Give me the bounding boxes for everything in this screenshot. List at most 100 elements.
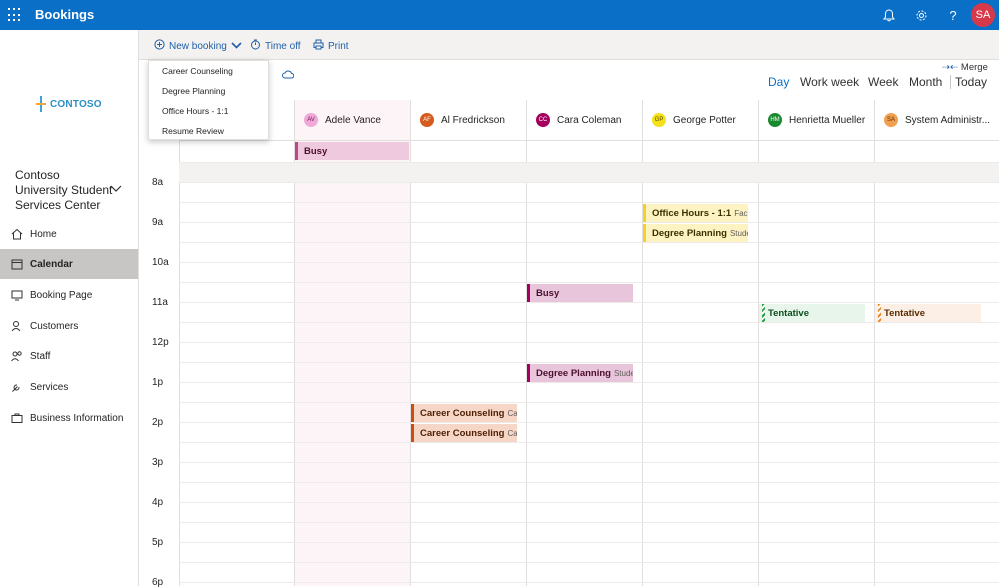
customers-icon bbox=[10, 319, 24, 333]
grid-line bbox=[179, 502, 999, 503]
sidebar-item-label: Calendar bbox=[30, 258, 73, 270]
time-off-button[interactable]: Time off bbox=[250, 39, 301, 53]
merge-icon: ⇢⇠ bbox=[942, 62, 958, 73]
sidebar-item-booking-page[interactable]: Booking Page bbox=[0, 280, 138, 310]
grid-line bbox=[179, 282, 999, 283]
time-label: 1p bbox=[152, 377, 164, 388]
event-career-counseling-2[interactable]: Career CounselingCare bbox=[411, 424, 517, 442]
help-icon[interactable]: ? bbox=[944, 6, 962, 24]
menu-item-resume-review[interactable]: Resume Review bbox=[162, 126, 224, 136]
view-work-week[interactable]: Work week bbox=[800, 75, 859, 89]
event-career-counseling-1[interactable]: Career CounselingCare bbox=[411, 404, 517, 422]
time-label: 3p bbox=[152, 457, 164, 468]
gear-icon[interactable] bbox=[912, 6, 930, 24]
grid-line bbox=[179, 162, 999, 163]
event-busy-adele[interactable]: Busy bbox=[295, 142, 409, 160]
view-separator bbox=[950, 75, 951, 89]
all-day-band bbox=[179, 162, 999, 182]
grid-line bbox=[179, 542, 999, 543]
printer-icon bbox=[313, 39, 324, 53]
chevron-down-icon bbox=[231, 41, 242, 52]
menu-item-office-hours[interactable]: Office Hours - 1:1 bbox=[162, 106, 228, 116]
cloud-sync-icon[interactable] bbox=[282, 70, 295, 82]
view-week[interactable]: Week bbox=[868, 75, 898, 89]
sidebar-item-services[interactable]: Services bbox=[0, 372, 138, 402]
staff-header[interactable]: SA System Administr... bbox=[875, 100, 999, 140]
staff-icon bbox=[10, 349, 24, 363]
sidebar-item-label: Services bbox=[30, 381, 69, 393]
user-avatar[interactable]: SA bbox=[971, 3, 995, 27]
event-busy-cara[interactable]: Busy bbox=[527, 284, 633, 302]
menu-item-career-counseling[interactable]: Career Counseling bbox=[162, 66, 233, 76]
grid-line bbox=[179, 422, 999, 423]
event-degree-planning-george[interactable]: Degree PlanningStude bbox=[643, 224, 748, 242]
organization-name[interactable]: Contoso University Student Services Cent… bbox=[15, 168, 115, 213]
staff-header[interactable]: AF Al Fredrickson bbox=[411, 100, 526, 140]
grid-line bbox=[179, 382, 999, 383]
grid-line bbox=[179, 402, 999, 403]
time-label: 2p bbox=[152, 417, 164, 428]
sidebar-item-label: Home bbox=[30, 228, 57, 240]
print-button[interactable]: Print bbox=[313, 39, 349, 53]
calendar-grid: AV Adele Vance AF Al Fredrickson CC Cara… bbox=[139, 100, 999, 588]
grid-line bbox=[179, 562, 999, 563]
bell-icon[interactable] bbox=[880, 6, 898, 24]
time-label: 11a bbox=[152, 297, 168, 308]
sidebar-item-label: Booking Page bbox=[30, 289, 93, 301]
contoso-logo: CONTOSO bbox=[36, 96, 102, 112]
grid-line bbox=[179, 222, 999, 223]
sidebar-item-business-information[interactable]: Business Information bbox=[0, 403, 138, 433]
sidebar-item-staff[interactable]: Staff bbox=[0, 341, 138, 371]
timer-icon bbox=[250, 39, 261, 53]
app-launcher-icon[interactable] bbox=[8, 8, 22, 22]
sidebar-item-home[interactable]: Home bbox=[0, 219, 138, 249]
wrench-icon bbox=[10, 380, 24, 394]
staff-header[interactable]: GP George Potter bbox=[643, 100, 758, 140]
sidebar-item-label: Business Information bbox=[30, 412, 124, 424]
staff-header[interactable]: AV Adele Vance bbox=[295, 100, 410, 140]
grid-line bbox=[179, 582, 999, 583]
grid-line bbox=[179, 140, 999, 141]
chevron-down-icon[interactable] bbox=[110, 182, 122, 196]
grid-line bbox=[179, 462, 999, 463]
event-degree-planning-cara[interactable]: Degree Planning Stude bbox=[527, 364, 633, 382]
time-label: 5p bbox=[152, 537, 164, 548]
today-button[interactable]: Today bbox=[955, 75, 987, 89]
merge-toggle[interactable]: ⇢⇠ Merge bbox=[942, 62, 988, 73]
grid-line bbox=[179, 362, 999, 363]
command-bar: New booking Time off Print bbox=[139, 30, 999, 60]
avatar: GP bbox=[652, 113, 666, 127]
grid-line bbox=[179, 242, 999, 243]
grid-line bbox=[179, 322, 999, 323]
sidebar-item-customers[interactable]: Customers bbox=[0, 311, 138, 341]
event-office-hours[interactable]: Office Hours - 1:1Facult bbox=[643, 204, 748, 222]
time-label: 4p bbox=[152, 497, 164, 508]
time-label: 12p bbox=[152, 337, 169, 348]
staff-header[interactable]: HM Henrietta Mueller bbox=[759, 100, 874, 140]
avatar: AF bbox=[420, 113, 434, 127]
menu-item-degree-planning[interactable]: Degree Planning bbox=[162, 86, 225, 96]
time-label: 10a bbox=[152, 257, 169, 268]
sidebar-item-calendar[interactable]: Calendar bbox=[0, 249, 138, 279]
view-day[interactable]: Day bbox=[768, 75, 789, 89]
new-booking-button[interactable]: New booking bbox=[154, 39, 242, 53]
sidebar-item-label: Staff bbox=[30, 350, 51, 362]
event-tentative-henrietta[interactable]: Tentative bbox=[759, 304, 865, 322]
time-label: 9a bbox=[152, 217, 164, 228]
plus-circle-icon bbox=[154, 39, 165, 53]
avatar: HM bbox=[768, 113, 782, 127]
new-booking-dropdown: Career Counseling Degree Planning Office… bbox=[148, 60, 269, 140]
avatar: SA bbox=[884, 113, 898, 127]
sidebar-item-label: Customers bbox=[30, 320, 79, 332]
avatar: AV bbox=[304, 113, 318, 127]
briefcase-icon bbox=[10, 411, 24, 425]
grid-line bbox=[179, 262, 999, 263]
view-month[interactable]: Month bbox=[909, 75, 942, 89]
grid-line bbox=[179, 482, 999, 483]
home-icon bbox=[10, 227, 24, 241]
event-tentative-sysadmin[interactable]: Tentative bbox=[875, 304, 981, 322]
staff-header[interactable]: CC Cara Coleman bbox=[527, 100, 642, 140]
grid-line bbox=[179, 202, 999, 203]
grid-line bbox=[179, 522, 999, 523]
grid-line bbox=[179, 442, 999, 443]
